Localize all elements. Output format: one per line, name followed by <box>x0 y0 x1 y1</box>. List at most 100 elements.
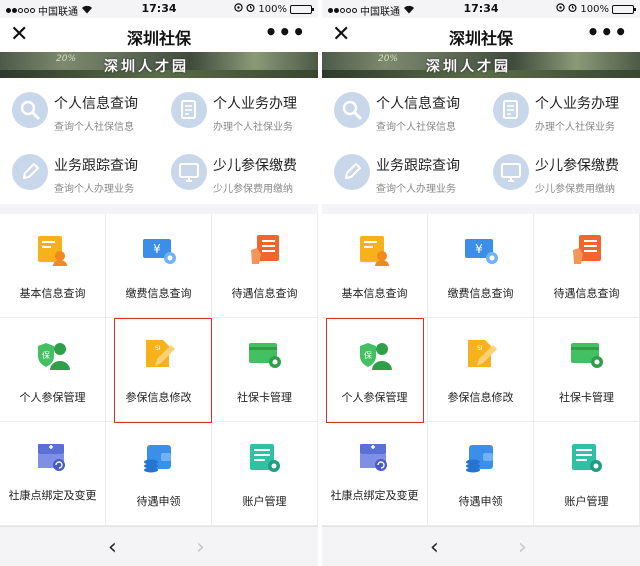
browser-bottom-bar: ‹ › <box>0 526 318 566</box>
grid-item-label: 待遇申领 <box>458 495 503 508</box>
shield-person-icon: 保 <box>38 343 70 370</box>
forward-arrow-icon[interactable]: › <box>196 535 205 560</box>
quick-item-subtitle: 办理个人社保业务 <box>213 122 293 133</box>
status-bar: 中国联通 17:34 100% <box>322 0 640 18</box>
banner-text: 深圳人才园 <box>104 59 189 75</box>
nav-bar: ✕ 深圳社保 ••• <box>0 18 318 52</box>
grid-item-label: 缴费信息查询 <box>447 287 514 300</box>
checklist-hand-icon <box>251 235 279 264</box>
banner-year: 20% <box>378 54 399 64</box>
grid-item-payment-info[interactable]: ¥ 缴费信息查询 <box>106 214 212 318</box>
svg-text:¥: ¥ <box>153 242 161 256</box>
grid-item-modify-insurance[interactable]: SI 参保信息修改 <box>428 318 534 422</box>
quick-item-subtitle: 查询个人社保信息 <box>54 122 134 133</box>
more-menu-icon[interactable]: ••• <box>265 20 306 44</box>
card-gear-icon <box>249 343 281 368</box>
grid-item-label: 待遇申领 <box>136 495 181 508</box>
quick-item-personal-info[interactable]: 个人信息查询 查询个人社保信息 <box>0 78 159 138</box>
quick-item-tracking[interactable]: 业务跟踪查询 查询个人办理业务 <box>0 140 159 200</box>
alarm-icon <box>246 3 255 15</box>
quick-item-subtitle: 查询个人办理业务 <box>376 184 456 195</box>
quick-item-title: 业务跟踪查询 <box>376 158 460 174</box>
phone-screen-right: 中国联通 17:34 100% ✕ 深圳社保 ••• 20% 深圳人才园 个人信… <box>322 0 640 566</box>
grid-item-basic-info[interactable]: 基本信息查询 <box>322 214 428 318</box>
browser-bottom-bar: ‹ › <box>322 526 640 566</box>
grid-item-account[interactable]: 账户管理 <box>534 422 640 526</box>
grid-item-account[interactable]: 账户管理 <box>212 422 318 526</box>
grid-item-label: 待遇信息查询 <box>553 287 620 300</box>
quick-item-title: 个人信息查询 <box>54 96 138 112</box>
more-menu-icon[interactable]: ••• <box>587 20 628 44</box>
quick-item-children-insurance[interactable]: 少儿参保缴费 少儿参保费用缴纳 <box>159 140 318 200</box>
back-arrow-icon[interactable]: ‹ <box>430 535 439 560</box>
banner-text: 深圳人才园 <box>426 59 511 75</box>
grid-item-benefit-info[interactable]: 待遇信息查询 <box>534 214 640 318</box>
quick-item-title: 少儿参保缴费 <box>213 158 297 174</box>
grid-item-benefit-claim[interactable]: 待遇申领 <box>428 422 534 526</box>
ledger-gear-icon <box>572 444 602 472</box>
quick-item-subtitle: 少儿参保费用缴纳 <box>213 184 293 195</box>
grid-item-clinic-binding[interactable]: 社康点绑定及变更 <box>322 422 428 526</box>
battery-percent: 100% <box>258 3 287 15</box>
banner-image: 20% 深圳人才园 <box>0 52 318 78</box>
phone-screen-left: 中国联通 17:34 100% ✕ 深圳社保 ••• 20% 深圳人才园 个人信… <box>0 0 318 566</box>
quick-item-personal-business[interactable]: 个人业务办理 办理个人社保业务 <box>159 78 318 138</box>
document-icon <box>493 92 529 128</box>
highlight-box <box>114 318 212 423</box>
magnifier-icon <box>12 92 48 128</box>
monitor-icon <box>493 154 529 190</box>
grid-item-personal-insurance[interactable]: 保 个人参保管理 <box>0 318 106 422</box>
grid-item-payment-info[interactable]: ¥ 缴费信息查询 <box>428 214 534 318</box>
card-gear-icon <box>571 343 603 368</box>
pencil-icon <box>12 154 48 190</box>
grid-item-label: 社康点绑定及变更 <box>330 489 419 502</box>
grid-item-label: 待遇信息查询 <box>231 287 298 300</box>
grid-item-basic-info[interactable]: 基本信息查询 <box>0 214 106 318</box>
quick-item-title: 个人业务办理 <box>535 96 619 112</box>
id-card-icon <box>38 236 67 266</box>
yuan-ticket-icon: ¥ <box>143 239 176 264</box>
grid-item-label: 参保信息修改 <box>447 391 514 404</box>
grid-item-clinic-binding[interactable]: 社康点绑定及变更 <box>0 422 106 526</box>
quick-item-subtitle: 办理个人社保业务 <box>535 122 615 133</box>
forward-arrow-icon[interactable]: › <box>518 535 527 560</box>
quick-item-title: 个人信息查询 <box>376 96 460 112</box>
quick-item-subtitle: 少儿参保费用缴纳 <box>535 184 615 195</box>
svg-text:SI: SI <box>477 345 483 352</box>
quick-item-tracking[interactable]: 业务跟踪查询 查询个人办理业务 <box>322 140 481 200</box>
quick-item-title: 业务跟踪查询 <box>54 158 138 174</box>
wallet-coins-icon <box>144 445 171 473</box>
grid-item-benefit-claim[interactable]: 待遇申领 <box>106 422 212 526</box>
ledger-gear-icon <box>250 444 280 472</box>
quick-item-personal-info[interactable]: 个人信息查询 查询个人社保信息 <box>322 78 481 138</box>
svg-text:保: 保 <box>42 350 50 360</box>
document-icon <box>171 92 207 128</box>
pencil-icon <box>334 154 370 190</box>
highlight-box <box>326 318 424 423</box>
alarm-icon <box>568 3 577 15</box>
quick-item-personal-business[interactable]: 个人业务办理 办理个人社保业务 <box>481 78 640 138</box>
service-grid: 基本信息查询 ¥ 缴费信息查询 待遇信息查询 保 个人参保管理 SI 参保信息修… <box>0 214 318 526</box>
monitor-icon <box>171 154 207 190</box>
quick-item-children-insurance[interactable]: 少儿参保缴费 少儿参保费用缴纳 <box>481 140 640 200</box>
battery-percent: 100% <box>580 3 609 15</box>
grid-item-label: 缴费信息查询 <box>125 287 192 300</box>
clinic-refresh-icon <box>38 444 65 471</box>
svg-text:¥: ¥ <box>475 242 483 256</box>
grid-item-label: 账户管理 <box>564 495 609 508</box>
grid-item-label: 账户管理 <box>242 495 287 508</box>
grid-item-label: 基本信息查询 <box>19 287 86 300</box>
grid-item-label: 社保卡管理 <box>559 391 614 404</box>
edit-document-icon: SI <box>468 340 497 367</box>
nav-bar: ✕ 深圳社保 ••• <box>322 18 640 52</box>
location-icon <box>556 3 566 15</box>
banner-year: 20% <box>56 54 77 64</box>
back-arrow-icon[interactable]: ‹ <box>108 535 117 560</box>
clinic-refresh-icon <box>360 444 387 471</box>
grid-item-benefit-info[interactable]: 待遇信息查询 <box>212 214 318 318</box>
grid-item-social-card[interactable]: 社保卡管理 <box>534 318 640 422</box>
checklist-hand-icon <box>573 235 601 264</box>
grid-item-label: 社保卡管理 <box>237 391 292 404</box>
yuan-ticket-icon: ¥ <box>465 239 498 264</box>
grid-item-social-card[interactable]: 社保卡管理 <box>212 318 318 422</box>
